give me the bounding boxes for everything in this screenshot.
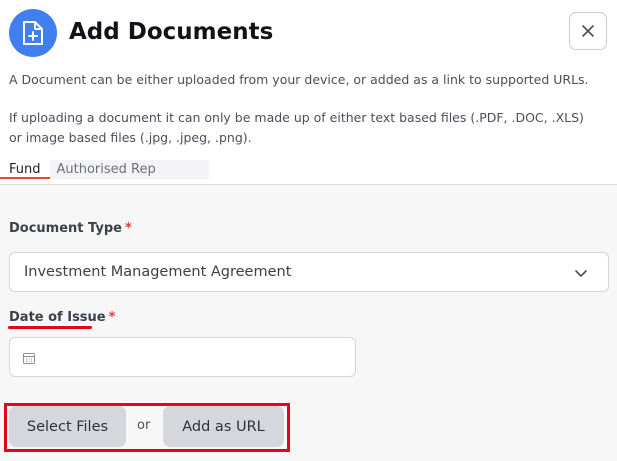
document-type-select[interactable]: Investment Management Agreement [9, 252, 609, 292]
tab-bar: Fund Authorised Rep [0, 160, 209, 179]
annotation-underline [8, 326, 92, 329]
date-of-issue-label-text: Date of Issue [9, 310, 106, 325]
document-type-value: Investment Management Agreement [24, 264, 292, 280]
file-plus-icon [9, 9, 57, 57]
date-of-issue-field[interactable] [9, 337, 356, 377]
close-icon [582, 25, 594, 37]
tab-fund[interactable]: Fund [0, 160, 50, 179]
description-upload-options: A Document can be either uploaded from y… [9, 72, 589, 87]
close-button[interactable] [569, 12, 607, 50]
date-of-issue-input[interactable] [44, 344, 348, 372]
chevron-down-icon [575, 270, 587, 277]
dialog-title: Add Documents [69, 19, 274, 45]
description-file-types: If uploading a document it can only be m… [9, 110, 584, 145]
required-marker: * [108, 310, 116, 325]
select-files-button[interactable]: Select Files [9, 406, 126, 447]
required-marker: * [124, 221, 132, 236]
add-as-url-button[interactable]: Add as URL [163, 406, 284, 447]
dialog-header-area: Add Documents A Document can be either u… [0, 0, 617, 185]
tab-authorised-rep[interactable]: Authorised Rep [50, 160, 165, 179]
document-type-label: Document Type * [9, 221, 132, 236]
date-of-issue-label: Date of Issue * [9, 310, 115, 325]
or-separator: or [137, 418, 151, 433]
calendar-icon [23, 353, 35, 364]
document-type-label-text: Document Type [9, 221, 122, 236]
